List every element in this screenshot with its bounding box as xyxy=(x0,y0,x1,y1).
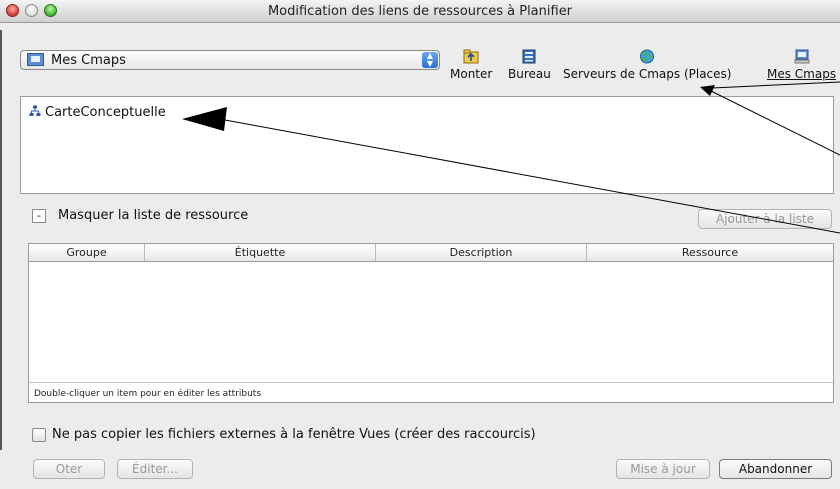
arrowhead xyxy=(182,107,227,131)
dialog-window: Modification des liens de ressources à P… xyxy=(0,0,840,489)
annotation-arrows xyxy=(182,81,840,234)
arrowhead xyxy=(700,85,715,96)
arrow-line xyxy=(708,89,840,156)
arrow-line xyxy=(224,119,840,234)
arrow-line xyxy=(711,81,840,89)
